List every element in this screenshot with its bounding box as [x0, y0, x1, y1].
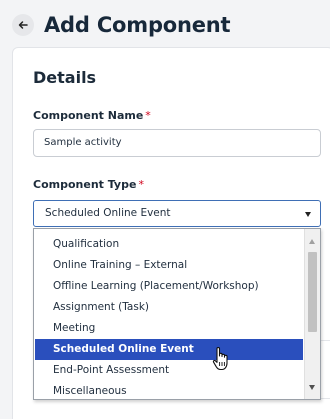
dropdown-option[interactable]: Qualification — [35, 234, 303, 255]
required-mark: * — [145, 109, 151, 122]
dropdown-option[interactable]: End-Point Assessment — [35, 360, 303, 381]
dropdown-option[interactable]: Miscellaneous — [35, 381, 303, 402]
dropdown-option[interactable]: Meeting — [35, 318, 303, 339]
component-type-label-text: Component Type — [33, 178, 137, 191]
page-header: Add Component — [12, 11, 231, 39]
component-type-dropdown[interactable]: Qualification Online Training – External O… — [33, 228, 321, 400]
dropdown-option[interactable]: Assignment (Task) — [35, 297, 303, 318]
component-name-input[interactable]: Sample activity — [33, 129, 321, 157]
dropdown-option[interactable]: Offline Learning (Placement/Workshop) — [35, 276, 303, 297]
add-component-page: Add Component Details Component Name * Sa… — [0, 0, 330, 419]
page-title: Add Component — [44, 13, 231, 37]
caret-down-icon — [305, 212, 311, 217]
component-name-label-text: Component Name — [33, 109, 144, 122]
hand-pointer-icon — [212, 347, 228, 371]
section-title: Details — [33, 68, 97, 87]
component-type-label: Component Type * — [33, 178, 144, 191]
dropdown-option[interactable]: Online Training – External — [35, 255, 303, 276]
component-name-label: Component Name * — [33, 109, 151, 122]
required-mark: * — [138, 178, 144, 191]
component-type-select[interactable]: Scheduled Online Event — [33, 200, 321, 227]
scroll-up-icon[interactable] — [309, 239, 315, 244]
dropdown-option[interactable]: Scheduled Online Event — [35, 339, 303, 360]
component-type-selected-value: Scheduled Online Event — [45, 207, 171, 219]
scroll-thumb[interactable] — [308, 252, 317, 332]
dropdown-scrollbar[interactable] — [304, 229, 320, 399]
arrow-left-icon — [18, 21, 28, 29]
back-button[interactable] — [12, 14, 34, 36]
scroll-down-icon[interactable] — [309, 385, 315, 390]
